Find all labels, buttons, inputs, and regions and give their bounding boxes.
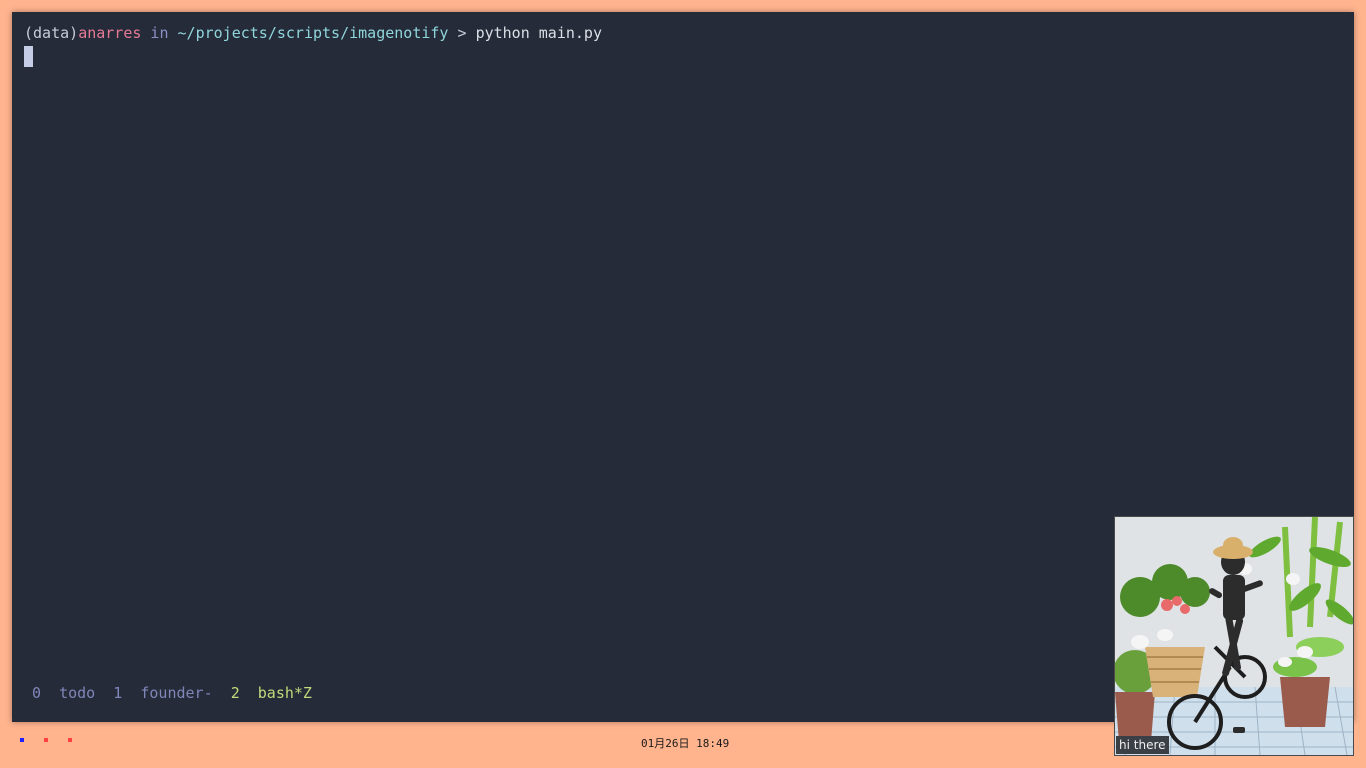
prompt-command: python main.py	[475, 24, 602, 42]
prompt-in: in	[141, 24, 178, 42]
system-tray	[20, 738, 72, 742]
tmux-window-index-2[interactable]: 2	[231, 683, 240, 703]
tray-dot-red-2[interactable]	[68, 738, 72, 742]
tmux-window-index-0[interactable]: 0	[32, 683, 41, 703]
photo-thumbnail-icon	[1115, 517, 1353, 755]
prompt-env: (data)	[24, 24, 79, 42]
clock: 01月26日 18:49	[641, 737, 730, 750]
image-notification[interactable]: hi there	[1114, 516, 1354, 756]
tmux-window-name-1[interactable]: founder-	[140, 683, 212, 703]
tray-dot-blue[interactable]	[20, 738, 24, 742]
tmux-window-index-1[interactable]: 1	[113, 683, 122, 703]
tmux-window-name-0[interactable]: todo	[59, 683, 95, 703]
tray-dot-red-1[interactable]	[44, 738, 48, 742]
prompt-arrow: >	[448, 24, 476, 42]
tmux-window-name-2[interactable]: bash*Z	[258, 683, 312, 703]
notification-caption: hi there	[1116, 736, 1169, 754]
prompt-path: ~/projects/scripts/imagenotify	[177, 24, 449, 42]
prompt-host: anarres	[78, 24, 142, 42]
terminal-cursor	[24, 46, 33, 67]
prompt-line: (data)anarres in ~/projects/scripts/imag…	[24, 23, 602, 43]
tmux-status-bar: 0 todo 1 founder- 2 bash*Z	[32, 683, 312, 703]
